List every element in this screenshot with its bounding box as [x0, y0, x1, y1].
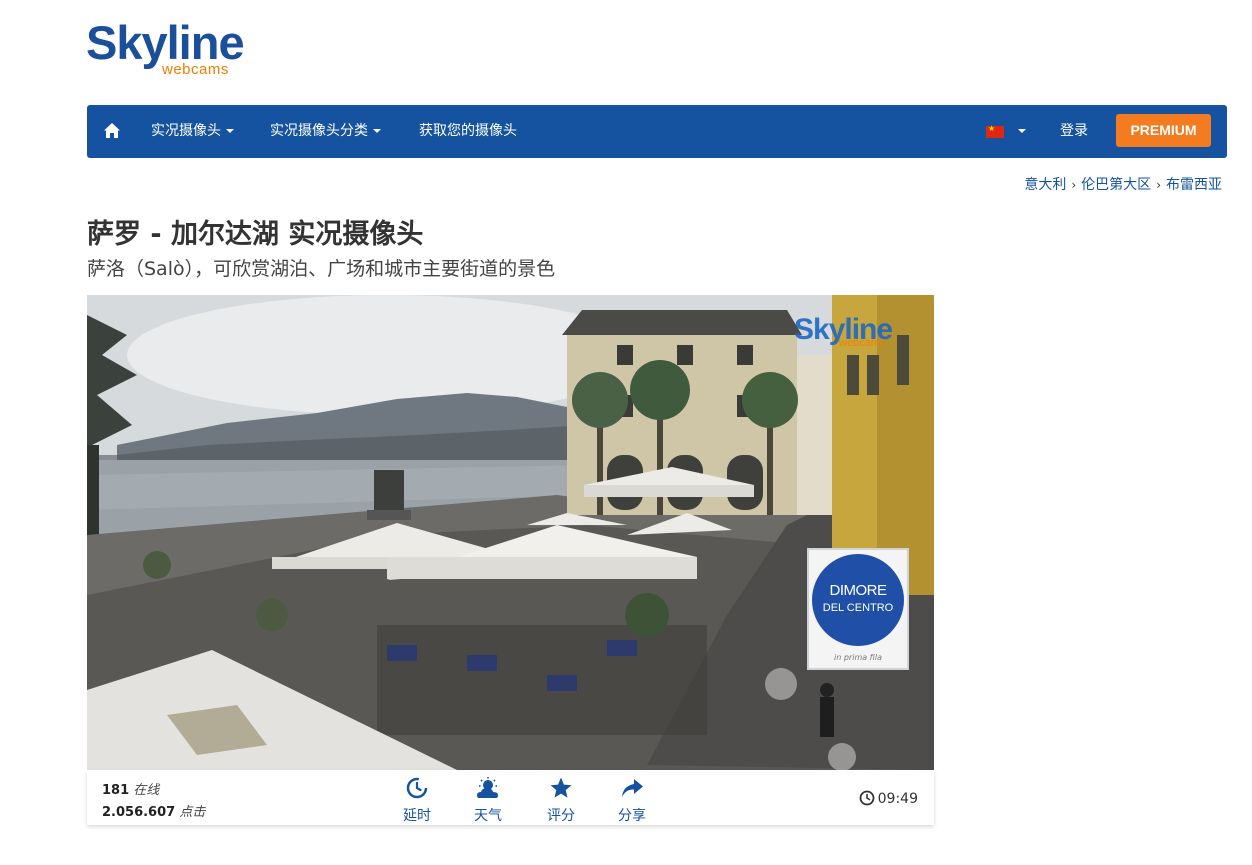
share-label: 分享 [618, 808, 646, 824]
rating-button[interactable]: 评分 [536, 776, 586, 825]
breadcrumb: 意大利 › 伦巴第大区 › 布雷西亚 [1024, 174, 1222, 194]
clicks-label: 点击 [179, 805, 206, 820]
nav-webcam-categories[interactable]: 实况摄像头分类 [270, 105, 381, 158]
local-time-value: 09:49 [877, 791, 918, 807]
click-count: 2.056.607 点击 [102, 801, 205, 820]
local-time: 09:49 [859, 790, 918, 807]
nav-live-webcams-label: 实况摄像头 [151, 123, 221, 139]
clicks-count: 2.056.607 [102, 805, 176, 820]
home-icon[interactable] [103, 122, 121, 140]
nav-get-your-webcam-label: 获取您的摄像头 [419, 123, 517, 139]
online-label: 在线 [133, 783, 160, 798]
weather-button[interactable]: 天气 [463, 776, 513, 825]
webcam-info-bar: 181 在线 2.056.607 点击 延时 天气 评分 分享 09:49 [87, 770, 934, 825]
nav-webcam-categories-label: 实况摄像头分类 [270, 123, 368, 139]
online-count: 181 [102, 783, 130, 798]
timelapse-icon [406, 777, 428, 799]
webcam-watermark-subtitle: webcams [839, 337, 886, 349]
login-link[interactable]: 登录 [1060, 105, 1088, 158]
chevron-down-icon [373, 129, 381, 133]
page-title: 萨罗 - 加尔达湖 实况摄像头 [87, 219, 424, 250]
sponsor-ad[interactable]: DIMORE DEL CENTRO in prima fila [807, 548, 909, 670]
sponsor-ad-footer: in prima fila [834, 653, 882, 662]
chevron-right-icon: › [1071, 178, 1077, 192]
breadcrumb-country[interactable]: 意大利 [1024, 177, 1066, 193]
clock-icon [859, 790, 875, 806]
china-flag-icon[interactable]: ★ [986, 124, 1004, 138]
breadcrumb-region[interactable]: 伦巴第大区 [1081, 177, 1151, 193]
sponsor-ad-logo: DIMORE DEL CENTRO [812, 554, 904, 646]
chevron-right-icon: › [1156, 178, 1161, 192]
chevron-down-icon [226, 129, 234, 133]
weather-icon [477, 777, 498, 798]
site-logo[interactable]: Skyline webcams [86, 18, 266, 80]
timelapse-button[interactable]: 延时 [392, 776, 442, 825]
star-icon [550, 777, 572, 798]
share-button[interactable]: 分享 [607, 776, 657, 825]
logo-subtitle: webcams [162, 61, 229, 78]
online-viewers: 181 在线 [102, 779, 159, 798]
page-subtitle: 萨洛（Salò），可欣赏湖泊、广场和城市主要街道的景色 [87, 258, 556, 280]
share-icon [622, 779, 643, 797]
language-chevron-down-icon[interactable] [1018, 129, 1026, 133]
nav-get-your-webcam[interactable]: 获取您的摄像头 [419, 105, 517, 158]
weather-label: 天气 [474, 808, 502, 824]
webcam-player[interactable]: Skyline webcams DIMORE DEL CENTRO in pri… [87, 295, 934, 770]
premium-button[interactable]: PREMIUM [1116, 114, 1211, 147]
rating-label: 评分 [547, 808, 575, 824]
nav-live-webcams[interactable]: 实况摄像头 [151, 105, 234, 158]
sponsor-ad-line1: DIMORE [829, 582, 888, 599]
breadcrumb-province[interactable]: 布雷西亚 [1166, 177, 1222, 193]
webcam-scene-image [87, 295, 934, 770]
timelapse-label: 延时 [403, 808, 431, 824]
sponsor-ad-line2: DEL CENTRO [822, 602, 894, 614]
main-navbar: 实况摄像头 实况摄像头分类 获取您的摄像头 ★ 登录 PREMIUM [87, 105, 1227, 158]
